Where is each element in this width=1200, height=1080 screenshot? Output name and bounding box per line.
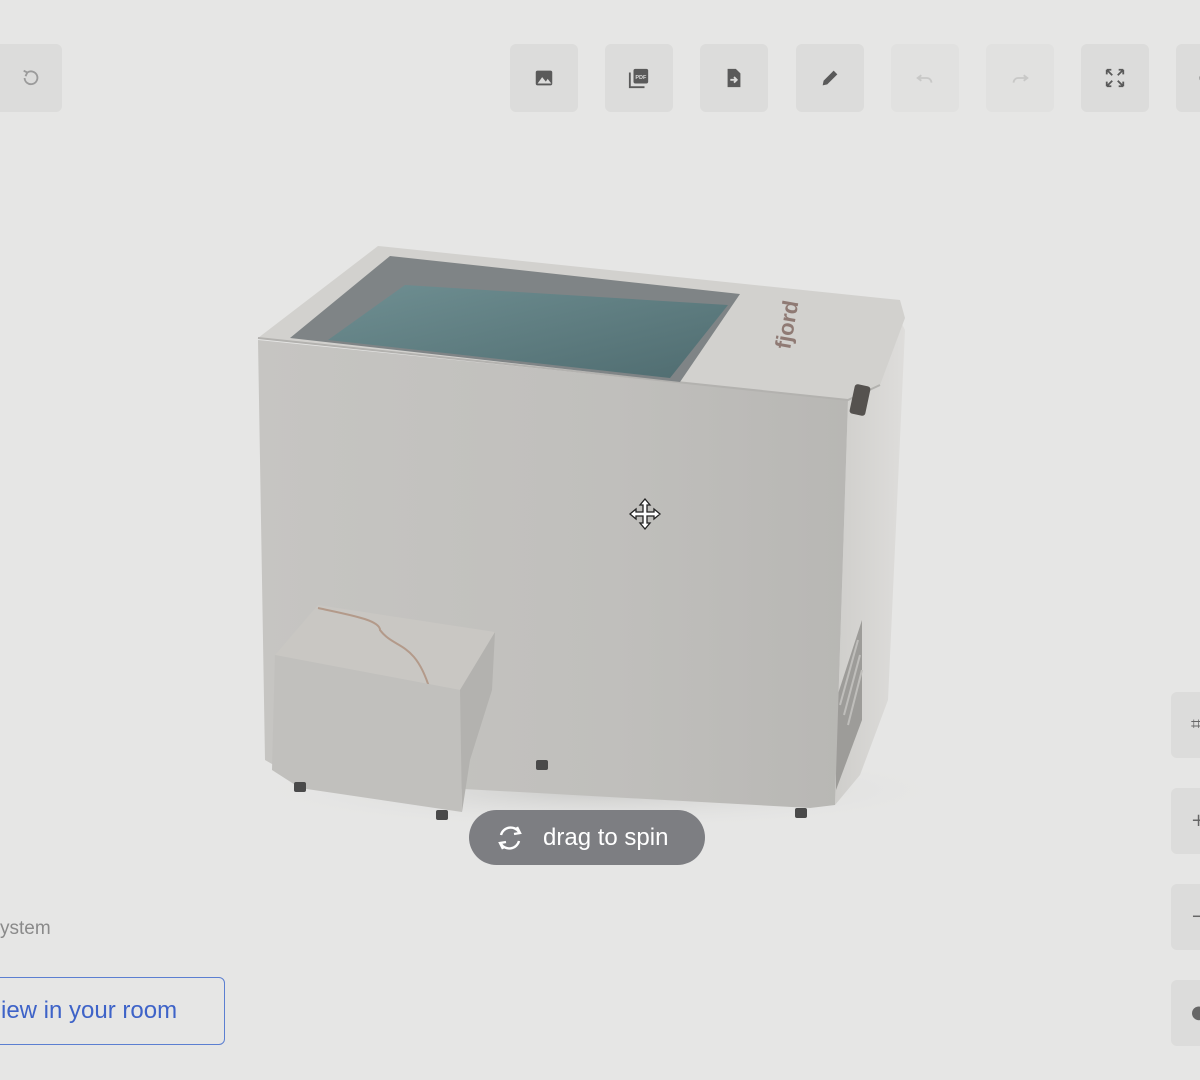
measure-icon: ⌗ bbox=[1191, 714, 1200, 735]
redo-button[interactable] bbox=[986, 44, 1054, 112]
edit-button[interactable] bbox=[796, 44, 864, 112]
view-in-room-button[interactable]: iew in your room bbox=[0, 977, 225, 1045]
export-button[interactable] bbox=[700, 44, 768, 112]
pdf-icon: PDF bbox=[628, 68, 649, 89]
plus-icon: + bbox=[1191, 810, 1200, 831]
redo-icon bbox=[1012, 74, 1029, 83]
rotate-icon bbox=[498, 825, 522, 850]
zoom-in-button[interactable]: + bbox=[1171, 788, 1200, 854]
move-cursor-icon bbox=[628, 497, 662, 531]
image-icon bbox=[535, 70, 553, 86]
info-button[interactable]: ● bbox=[1171, 980, 1200, 1046]
minus-icon: − bbox=[1191, 906, 1200, 927]
pencil-icon bbox=[822, 70, 838, 86]
product-3d-viewer[interactable]: fjord bbox=[0, 0, 1200, 1080]
reset-view-button[interactable] bbox=[0, 44, 62, 112]
pdf-button[interactable]: PDF bbox=[605, 44, 673, 112]
file-export-icon bbox=[727, 68, 741, 88]
more-button[interactable] bbox=[1176, 44, 1200, 112]
drag-to-spin-hint: drag to spin bbox=[469, 810, 705, 865]
fullscreen-icon bbox=[1105, 68, 1125, 88]
view-in-room-label: iew in your room bbox=[1, 997, 178, 1024]
undo-icon bbox=[916, 74, 933, 83]
zoom-out-button[interactable]: − bbox=[1171, 884, 1200, 950]
more-icon bbox=[1199, 75, 1200, 81]
undo-button[interactable] bbox=[891, 44, 959, 112]
step-stool bbox=[272, 605, 495, 812]
fullscreen-button[interactable] bbox=[1081, 44, 1149, 112]
image-button[interactable] bbox=[510, 44, 578, 112]
svg-text:PDF: PDF bbox=[635, 75, 647, 81]
reset-rotate-icon bbox=[23, 69, 39, 86]
spin-hint-text: drag to spin bbox=[543, 823, 669, 851]
system-label: ystem bbox=[0, 918, 51, 939]
dot-icon: ● bbox=[1191, 1002, 1200, 1023]
measure-button[interactable]: ⌗ bbox=[1171, 692, 1200, 758]
